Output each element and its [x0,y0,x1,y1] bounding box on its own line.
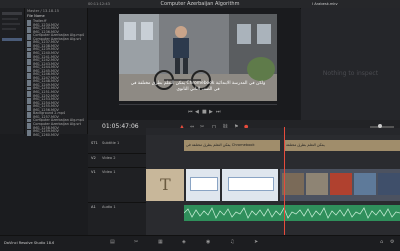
clip-thumbnail [306,173,328,195]
media-pool-column-header[interactable]: File Name [27,14,45,18]
fusion-page-icon[interactable]: ◈ [182,240,186,245]
video-clip[interactable] [186,169,220,201]
bin-item[interactable] [2,18,18,20]
subtitle-clip[interactable]: يمكن التعلم بطرق مختلفة في Chromebook [184,140,280,151]
bin-list[interactable] [0,8,25,134]
page-navigation-bar: DaVinci Resolve Studio 18.6 ▤ ✂ ▦ ◈ ◉ ♫ … [0,235,400,251]
no-inspect-text: Nothing to inspect [322,70,379,77]
window-title: Computer Azerbaijan Algorithm [160,1,240,7]
bin-item[interactable] [2,12,22,15]
track-header-subtitle: ST1 Subtitle 1 [88,139,146,154]
media-pool: Master / 13-18-15 File Name Trailer.ff IM… [25,8,88,137]
inspector-panel: Nothing to inspect [301,8,400,134]
app-version: DaVinci Resolve Studio 18.6 [4,241,55,245]
subtitle-line-1: يمكن التعلم بطرق مختلفة في Chromebook ول… [130,81,266,86]
track-label: Audio 1 [102,205,116,209]
skip-back-icon[interactable]: ⏮ [188,110,193,115]
clip-thumbnail [282,173,304,195]
subtitle-clip-text: يمكن التعلم بطرق مختلفة [286,143,325,147]
bin-item[interactable] [2,23,20,25]
audio-waveform [184,207,400,219]
fairlight-page-icon[interactable]: ♫ [230,240,234,245]
clip-thumbnail [378,173,400,195]
clip-thumbnail [330,173,352,195]
cut-page-icon[interactable]: ✂ [134,240,138,245]
deliver-page-icon[interactable]: ➤ [254,240,258,245]
edit-page-icon[interactable]: ▦ [158,240,163,245]
timeline-timecode: 01:05:47:06 [102,123,139,130]
play-reverse-icon[interactable]: ◀ [195,110,199,115]
subtitle-clip-text: يمكن التعلم بطرق مختلفة في Chromebook [186,143,255,147]
clip-thumbnail [354,173,376,195]
title-clip[interactable]: T [146,169,184,201]
title-clip-glyph: T [160,175,171,194]
media-page-icon[interactable]: ▤ [110,240,115,245]
clip-thumbnail [27,133,31,137]
media-pool-header: Master / 13-18-15 [27,9,60,13]
track-label: Video 2 [102,156,116,160]
track-id: A1 [91,205,96,209]
bin-item[interactable] [2,28,16,30]
track-label: Video 1 [102,170,116,174]
subtitle-line-2: في الصف الثاني الثانوي [176,87,220,92]
viewer-timecode-top: 00:11:12:43 [88,2,110,6]
audio-clip[interactable] [184,205,400,221]
media-pool-item[interactable]: IMG_1260.MOV [27,133,85,137]
subtitle-clip[interactable]: يمكن التعلم بطرق مختلفة [284,140,400,151]
track-id: V1 [91,170,96,174]
color-page-icon[interactable]: ◉ [206,240,210,245]
video-clip[interactable] [222,169,278,201]
clip-thumbnail [190,177,218,191]
play-icon[interactable]: ▶ [209,110,213,115]
track-header-video-1: V1 Video 1 [88,168,146,203]
settings-icon[interactable]: ⚙ [390,240,394,245]
bin-item-selected[interactable] [2,38,22,41]
video-clip[interactable] [280,169,400,201]
stop-icon[interactable]: ■ [202,110,207,115]
playhead[interactable] [284,127,285,235]
track-id: V2 [91,156,96,160]
home-icon[interactable]: ⌂ [380,240,383,245]
viewer-frame[interactable]: يمكن التعلم بطرق مختلفة في Chromebook ول… [119,14,277,101]
skip-forward-icon[interactable]: ⏭ [216,110,221,115]
viewer-tab[interactable]: I Arabesk.mkv [312,2,338,6]
viewer-scrubber[interactable] [119,104,277,105]
track-header-video-2: V2 Video 2 [88,154,146,168]
track-id: ST1 [91,141,98,145]
track-header-audio-1: A1 Audio 1 [88,203,146,223]
track-label: Subtitle 1 [102,141,120,145]
clip-thumbnail [228,177,274,191]
media-pool-item-name: IMG_1260.MOV [33,132,59,137]
timeline-tracks[interactable]: يمكن التعلم بطرق مختلفة في Chromebook يم… [146,127,400,235]
track-headers: ST1 Subtitle 1 V2 Video 2 V1 Video 1 A1 … [88,135,147,235]
